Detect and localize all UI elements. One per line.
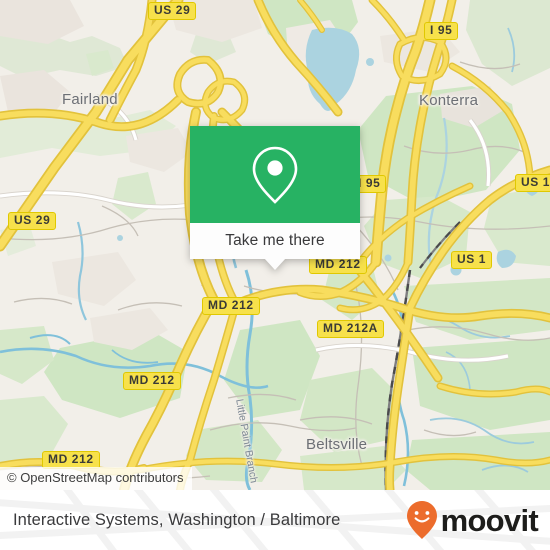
map-attribution[interactable]: © OpenStreetMap contributors: [0, 467, 192, 490]
shield-md-212-upper: MD 212: [202, 297, 260, 315]
shield-md-212a: MD 212A: [317, 320, 384, 338]
popup-image-panel: [190, 126, 360, 223]
map-pin-icon: [252, 146, 298, 204]
shield-us-1-north: US 1: [515, 174, 550, 192]
page-title: Interactive Systems, Washington / Baltim…: [13, 510, 341, 529]
moovit-logo[interactable]: moovit: [405, 490, 539, 550]
shield-us-29-west: US 29: [8, 212, 57, 230]
popup-footer[interactable]: Take me there: [190, 223, 360, 270]
moovit-wordmark: moovit: [440, 502, 539, 538]
map-screenshot-root: Fairland Konterra Beltsville Little Pain…: [0, 0, 550, 550]
shield-md-212-lower: MD 212: [123, 372, 181, 390]
popup-tail: [264, 258, 286, 270]
shield-i-95-north: I 95: [424, 22, 459, 40]
moovit-smiley-pin-icon: [406, 501, 437, 539]
shield-us-1-east: US 1: [451, 251, 493, 269]
bottom-bar: Interactive Systems, Washington / Baltim…: [0, 490, 550, 550]
take-me-there-button[interactable]: Take me there: [225, 232, 325, 250]
shield-us-29-north: US 29: [148, 2, 197, 20]
map-popup-card[interactable]: Take me there: [190, 126, 360, 270]
